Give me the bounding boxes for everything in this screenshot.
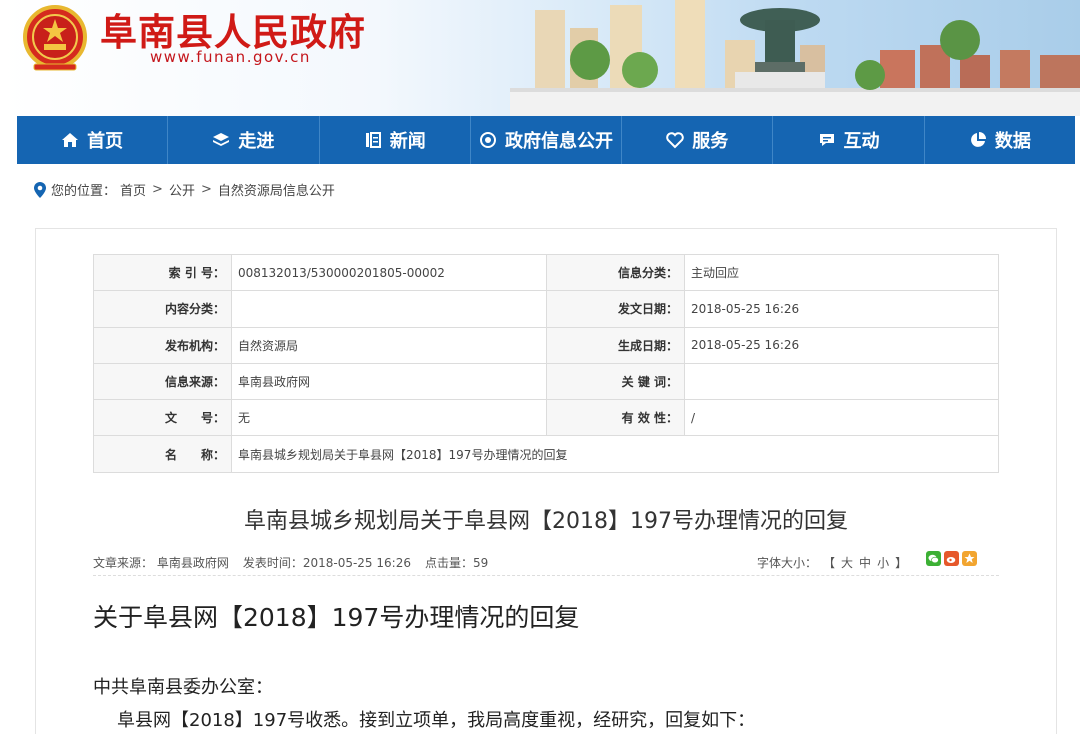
service-icon (666, 132, 685, 149)
font-size-medium-button[interactable]: 中 (859, 554, 871, 571)
article-source: 文章来源： 阜南县政府网 (93, 556, 229, 570)
nav-item-about[interactable]: 走进 (168, 116, 320, 164)
body-heading: 关于阜县网【2018】197号办理情况的回复 (93, 603, 580, 632)
table-row: 信息来源： 阜南县政府网 关 键 词： (93, 362, 999, 401)
info-value: 阜南县城乡规划局关于阜县网【2018】197号办理情况的回复 (231, 435, 999, 473)
nav-label: 走进 (238, 131, 275, 152)
city-skyline-image (510, 0, 1080, 116)
body-paragraph: 阜县网【2018】197号收悉。接到立项单，我局高度重视，经研究，回复如下： (117, 710, 756, 731)
nav-item-home[interactable]: 首页 (17, 116, 169, 164)
info-label: 文 号： (93, 399, 232, 437)
nav-item-interact[interactable]: 互动 (773, 116, 925, 164)
pie-chart-icon (970, 132, 986, 147)
info-value (231, 290, 547, 328)
info-value (684, 362, 999, 401)
news-icon (365, 132, 381, 148)
info-label: 关 键 词： (546, 362, 685, 401)
font-size-large-button[interactable]: 大 (841, 554, 853, 571)
font-size-bracket: 【 (823, 556, 836, 570)
info-value: 无 (231, 399, 547, 437)
info-icon (479, 132, 496, 148)
table-row: 索 引 号： 008132013/530000201805-00002 信息分类… (93, 253, 999, 292)
table-row: 文 号： 无 有 效 性： / (93, 399, 999, 437)
site-header: 阜南县人民政府 www.funan.gov.cn (0, 0, 1080, 116)
breadcrumb-current[interactable]: 自然资源局信息公开 (218, 180, 335, 199)
nav-label: 新闻 (389, 131, 426, 152)
wechat-icon[interactable] (926, 551, 941, 566)
share-buttons (926, 551, 977, 566)
nav-label: 服务 (692, 131, 729, 152)
font-size-control: 字体大小： 【 大 中 小 】 (757, 554, 907, 571)
nav-label: 首页 (87, 131, 124, 152)
article-time: 发表时间：2018-05-25 16:26 (242, 556, 411, 570)
site-url: www.funan.gov.cn (150, 48, 311, 66)
info-label: 名 称： (93, 435, 232, 473)
info-label: 索 引 号： (93, 253, 232, 292)
body-paragraph: 中共阜南县委办公室： (93, 677, 273, 698)
breadcrumb-prefix: 您的位置： (51, 184, 117, 199)
article-title: 阜南县城乡规划局关于阜县网【2018】197号办理情况的回复 (244, 509, 848, 534)
info-value: 主动回应 (684, 253, 999, 292)
layers-icon (213, 133, 230, 146)
location-pin-icon (34, 181, 46, 198)
main-nav: 首页 走进 新闻 政府信息公开 服务 互动 数据 (17, 116, 1075, 164)
star-icon[interactable] (962, 551, 977, 566)
info-value: / (684, 399, 999, 437)
info-value: 2018-05-25 16:26 (684, 326, 999, 364)
info-value: 008132013/530000201805-00002 (231, 253, 547, 292)
national-emblem-icon (23, 5, 87, 71)
article-meta: 文章来源： 阜南县政府网 发表时间：2018-05-25 16:26 点击量：5… (93, 554, 488, 571)
chat-icon (819, 134, 834, 146)
info-value: 阜南县政府网 (231, 362, 547, 401)
nav-item-news[interactable]: 新闻 (320, 116, 471, 164)
nav-item-data[interactable]: 数据 (925, 116, 1075, 164)
font-size-small-button[interactable]: 小 (877, 554, 889, 571)
breadcrumb-separator: > (152, 182, 163, 197)
table-row: 名 称： 阜南县城乡规划局关于阜县网【2018】197号办理情况的回复 (93, 435, 999, 473)
breadcrumb-public[interactable]: 公开 (169, 180, 195, 199)
nav-label: 互动 (843, 131, 880, 152)
info-label: 信息分类： (546, 253, 685, 292)
info-value: 自然资源局 (231, 326, 547, 364)
weibo-icon[interactable] (944, 551, 959, 566)
breadcrumb-separator: > (200, 182, 212, 197)
nav-item-gov-info[interactable]: 政府信息公开 (471, 116, 623, 164)
article-hits: 点击量：59 (424, 556, 489, 570)
divider (93, 575, 999, 576)
breadcrumb: 您的位置： 首页 > 公开 > 自然资源局信息公开 (33, 180, 335, 199)
table-row: 内容分类： 发文日期： 2018-05-25 16:26 (93, 290, 999, 328)
font-size-label: 字体大小： (757, 556, 818, 570)
nav-item-service[interactable]: 服务 (622, 116, 774, 164)
info-label: 有 效 性： (546, 399, 685, 437)
nav-label: 数据 (994, 131, 1031, 152)
nav-label: 政府信息公开 (504, 131, 613, 152)
info-label: 发布机构： (93, 326, 232, 364)
font-size-bracket: 】 (895, 556, 908, 570)
home-icon (62, 133, 79, 147)
info-label: 发文日期： (546, 290, 685, 328)
table-row: 发布机构： 自然资源局 生成日期： 2018-05-25 16:26 (93, 326, 999, 364)
info-label: 生成日期： (546, 326, 685, 364)
info-label: 内容分类： (93, 290, 232, 328)
info-label: 信息来源： (93, 362, 232, 401)
info-table: 索 引 号： 008132013/530000201805-00002 信息分类… (93, 253, 999, 473)
breadcrumb-home[interactable]: 首页 (120, 180, 146, 199)
info-value: 2018-05-25 16:26 (684, 290, 999, 328)
